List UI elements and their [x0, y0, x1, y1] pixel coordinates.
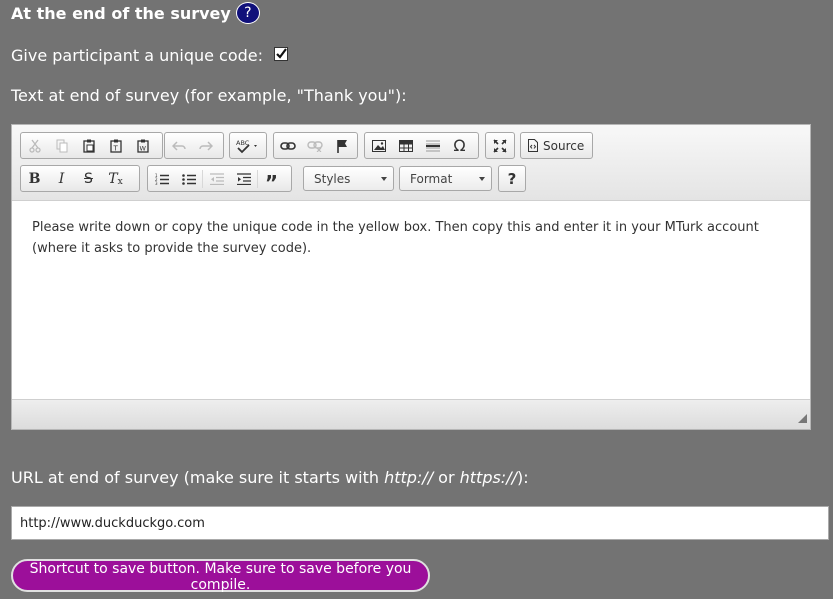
unique-code-row: Give participant a unique code:: [11, 46, 289, 65]
editor-content[interactable]: Please write down or copy the unique cod…: [32, 217, 792, 259]
toolbar-group-basic-styles: B I S Tx: [20, 165, 140, 192]
unique-code-label: Give participant a unique code:: [11, 46, 264, 65]
cut-icon[interactable]: [21, 133, 48, 158]
svg-text:W: W: [139, 144, 146, 152]
toolbar-group-view: [485, 132, 515, 159]
numbered-list-icon[interactable]: 123: [148, 166, 175, 191]
url-label-https: https://: [459, 468, 517, 487]
copy-icon[interactable]: [48, 133, 75, 158]
source-icon: [528, 139, 538, 152]
source-button[interactable]: Source: [520, 132, 593, 159]
url-label-text: URL at end of survey (make sure it start…: [11, 468, 385, 487]
section-heading: At the end of the survey ?: [11, 1, 260, 25]
spellcheck-icon[interactable]: ABC: [230, 133, 266, 158]
format-label: Format: [410, 171, 453, 186]
url-label-http: http://: [384, 468, 434, 487]
paste-word-icon[interactable]: W: [129, 133, 156, 158]
redo-icon[interactable]: [192, 133, 219, 158]
help-icon[interactable]: ?: [235, 2, 260, 24]
save-shortcut-button[interactable]: Shortcut to save button. Make sure to sa…: [11, 559, 430, 593]
strike-icon[interactable]: S: [75, 166, 102, 191]
toolbar-group-clipboard: T W: [20, 132, 163, 159]
url-input[interactable]: [11, 506, 829, 540]
dropdown-arrow-icon: [381, 177, 387, 181]
special-char-icon[interactable]: Ω: [446, 133, 473, 158]
unlink-icon[interactable]: [301, 133, 328, 158]
link-icon[interactable]: [274, 133, 301, 158]
anchor-icon[interactable]: [328, 133, 355, 158]
svg-text:T: T: [112, 144, 118, 152]
blockquote-icon[interactable]: ”: [258, 166, 285, 195]
url-label-or: or: [433, 468, 460, 487]
section-title: At the end of the survey: [11, 3, 231, 23]
horizontal-rule-icon[interactable]: [419, 133, 446, 158]
rich-text-editor: T W ABC Ω Source B I S T x 1 2 3 ” Style…: [11, 124, 811, 430]
paste-text-icon[interactable]: T: [102, 133, 129, 158]
outdent-icon[interactable]: [203, 166, 230, 191]
bulleted-list-icon[interactable]: [175, 166, 202, 191]
italic-icon[interactable]: I: [48, 166, 75, 191]
format-dropdown[interactable]: Format: [399, 166, 492, 191]
image-icon[interactable]: [365, 133, 392, 158]
styles-label: Styles: [314, 171, 351, 186]
toolbar-group-spell: ABC: [229, 132, 267, 159]
maximize-icon[interactable]: [486, 133, 513, 158]
dropdown-arrow-icon: [479, 177, 485, 181]
remove-format-icon[interactable]: Tx: [102, 166, 129, 191]
editor-statusbar: [12, 399, 810, 429]
end-text-label: Text at end of survey (for example, "Tha…: [11, 86, 407, 105]
toolbar-group-insert: Ω: [364, 132, 479, 159]
url-label: URL at end of survey (make sure it start…: [11, 468, 529, 487]
bold-icon[interactable]: B: [21, 166, 48, 191]
svg-text:3: 3: [155, 181, 158, 185]
resize-handle-icon[interactable]: [798, 414, 807, 423]
unique-code-checkbox[interactable]: [274, 46, 289, 61]
styles-dropdown[interactable]: Styles: [303, 166, 394, 191]
toolbar-group-paragraph: 123 ”: [147, 165, 292, 195]
check-icon: [276, 47, 287, 59]
url-label-end: ):: [516, 468, 529, 487]
toolbar-group-links: [273, 132, 358, 159]
table-icon[interactable]: [392, 133, 419, 158]
help-icon: ?: [507, 169, 517, 188]
indent-icon[interactable]: [230, 166, 257, 191]
editor-toolbar: T W ABC Ω Source B I S T x 1 2 3 ” Style…: [12, 125, 810, 201]
paste-icon[interactable]: [75, 133, 102, 158]
source-label: Source: [543, 138, 585, 153]
editor-help-button[interactable]: ?: [498, 165, 526, 192]
undo-icon[interactable]: [165, 133, 192, 158]
toolbar-group-undo: [164, 132, 224, 159]
